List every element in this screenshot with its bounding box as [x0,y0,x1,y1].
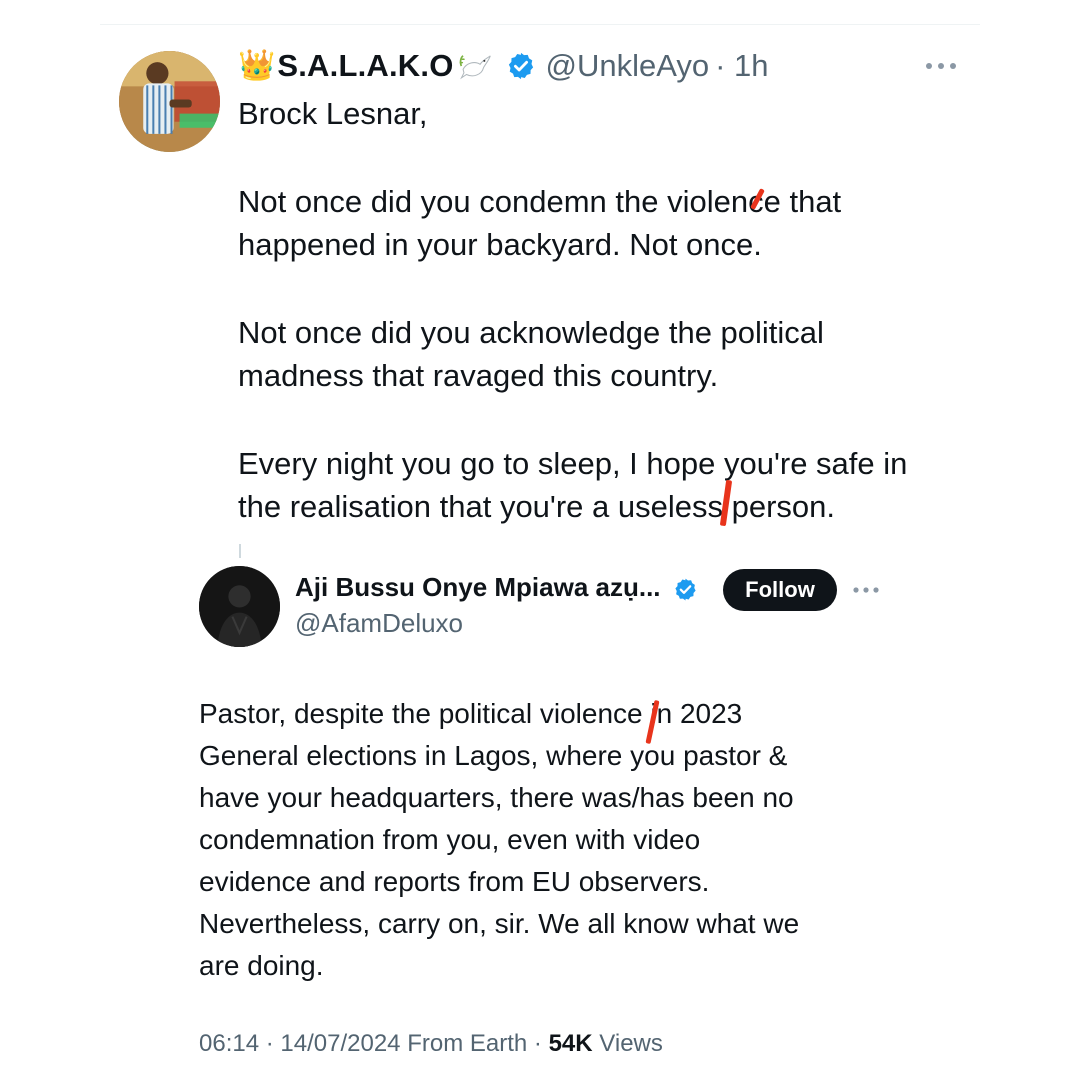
tweet-body: Pastor, despite the political violence i… [199,693,899,987]
tweet-line: happened in your backyard. Not once. [238,227,762,262]
thread-connector [239,544,241,558]
avatar[interactable] [119,51,220,152]
avatar-photo [199,566,280,647]
tweet-line: Nevertheless, carry on, sir. We all know… [199,908,800,939]
tweet-header: 👑 S.A.L.A.K.O @UnkleAyo · 1h [238,44,769,88]
handle[interactable]: @AfamDeluxo [295,608,463,639]
tweet-line: Every night you go to sleep, I hope you'… [238,445,908,481]
tweet-source: From Earth [407,1030,528,1057]
meta-separator: · [265,1030,281,1057]
follow-button[interactable]: Follow [723,569,837,611]
views-count[interactable]: 54K [549,1030,593,1057]
tweet-body: Brock Lesnar, Not once did you condemn t… [238,92,998,529]
tweet-line: Pastor, despite the political violence i… [199,698,743,729]
tweet-line: Brock Lesnar, [238,96,428,131]
tweet-line: Not once did you condemn the violence th… [238,183,842,219]
avatar-photo [119,51,220,152]
tweet-line: condemnation from you, even with video [199,824,701,855]
tweet-line: the realisation that you're a useless pe… [238,489,835,524]
tweet-line: are doing. [199,950,324,981]
crown-emoji: 👑 [238,49,276,82]
meta-separator: · [533,1030,549,1057]
top-divider [100,24,980,25]
tweet-line: have your headquarters, there was/has be… [199,782,794,813]
tweet-line: General elections in Lagos, where you pa… [199,740,788,771]
tweet-line: madness that ravaged this country. [238,358,719,393]
display-name[interactable]: Aji Bussu Onye Mpiawa azụ... [295,572,661,603]
views-label: Views [599,1030,663,1057]
tweet-timestamp[interactable]: 06:14 [199,1030,259,1057]
tweet-screenshot: 👑 S.A.L.A.K.O @UnkleAyo · 1h Brock Lesna… [0,0,1080,1080]
more-options-icon[interactable] [852,583,880,597]
display-name[interactable]: S.A.L.A.K.O [277,48,453,84]
verified-badge-icon [508,52,533,80]
tweet-time[interactable]: · 1h [715,48,768,84]
dove-emoji-icon [459,55,491,80]
tweet-line: evidence and reports from EU observers. [199,866,710,897]
tweet-meta: 06:14 · 14/07/2024 From Earth · 54K View… [199,1030,663,1058]
avatar[interactable] [199,566,280,647]
tweet-date[interactable]: 14/07/2024 [280,1030,400,1057]
verified-badge-icon [675,578,696,601]
tweet-line: Not once did you acknowledge the politic… [238,314,824,350]
more-options-icon[interactable] [924,58,958,74]
handle[interactable]: @UnkleAyo [546,48,710,84]
